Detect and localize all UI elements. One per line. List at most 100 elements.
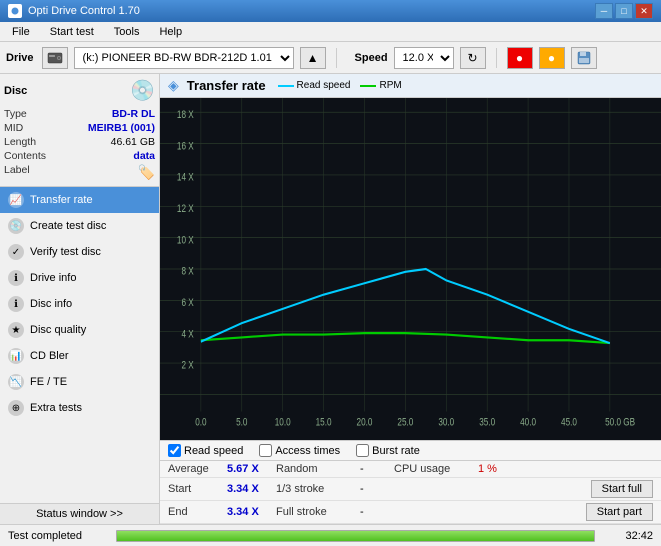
- close-button[interactable]: ✕: [635, 3, 653, 19]
- svg-text:50.0 GB: 50.0 GB: [605, 417, 635, 430]
- stat-1-3-stroke-label: 1/3 stroke: [276, 483, 356, 495]
- disc-title: Disc: [4, 85, 27, 97]
- nav-transfer-rate[interactable]: 📈 Transfer rate: [0, 187, 159, 213]
- nav-cd-bler-label: CD Bler: [30, 350, 69, 362]
- svg-text:15.0: 15.0: [316, 417, 332, 430]
- stats-area: Average 5.67 X Random - CPU usage 1 % St…: [160, 460, 661, 524]
- save-button[interactable]: [571, 47, 597, 69]
- svg-text:35.0: 35.0: [479, 417, 495, 430]
- status-bar: Test completed 32:42: [0, 524, 661, 546]
- svg-text:18 X: 18 X: [177, 109, 194, 122]
- status-time: 32:42: [603, 530, 653, 542]
- disc-type-row: Type BD-R DL: [4, 107, 155, 121]
- access-times-checkbox[interactable]: [259, 444, 272, 457]
- svg-text:30.0: 30.0: [438, 417, 454, 430]
- stats-row-end: End 3.34 X Full stroke - Start part: [160, 501, 661, 524]
- disc-type-label: Type: [4, 108, 27, 120]
- status-window-button[interactable]: Status window >>: [0, 503, 159, 524]
- refresh-button[interactable]: ↻: [460, 47, 486, 69]
- svg-text:20.0: 20.0: [357, 417, 373, 430]
- start-full-button[interactable]: Start full: [591, 480, 653, 498]
- nav-extra-tests[interactable]: ⊕ Extra tests: [0, 395, 159, 421]
- drive-select[interactable]: (k:) PIONEER BD-RW BDR-212D 1.01: [74, 47, 294, 69]
- menu-help[interactable]: Help: [151, 24, 190, 40]
- toolbar-sep2: [496, 48, 497, 68]
- nav-items: 📈 Transfer rate 💿 Create test disc ✓ Ver…: [0, 187, 159, 503]
- cd-bler-icon: 📊: [8, 348, 24, 364]
- stats-row-start: Start 3.34 X 1/3 stroke - Start full: [160, 478, 661, 501]
- svg-text:8 X: 8 X: [181, 266, 194, 279]
- svg-text:45.0: 45.0: [561, 417, 577, 430]
- stat-random-label: Random: [276, 463, 356, 475]
- disc-label-icon: 🏷️: [138, 164, 155, 181]
- chart-area: 18 X 16 X 14 X 12 X 10 X 8 X 6 X 4 X 2 X…: [160, 98, 661, 440]
- nav-verify-test-disc-label: Verify test disc: [30, 246, 101, 258]
- disc-contents-val: data: [133, 150, 155, 162]
- menu-start-test[interactable]: Start test: [42, 24, 102, 40]
- stat-end-label: End: [168, 506, 223, 518]
- stat-start-label: Start: [168, 483, 223, 495]
- app-title: Opti Drive Control 1.70: [28, 5, 140, 17]
- nav-disc-info[interactable]: ℹ Disc info: [0, 291, 159, 317]
- extra-tests-icon: ⊕: [8, 400, 24, 416]
- stat-cpu-val: 1 %: [478, 463, 508, 475]
- access-times-checkbox-item: Access times: [259, 444, 340, 457]
- menu-tools[interactable]: Tools: [106, 24, 148, 40]
- burst-rate-checkbox[interactable]: [356, 444, 369, 457]
- stat-full-stroke-val: -: [360, 506, 390, 518]
- legend-read-speed: Read speed: [278, 80, 351, 91]
- nav-drive-info[interactable]: ℹ Drive info: [0, 265, 159, 291]
- disc-icon: 💿: [130, 78, 155, 103]
- drive-label: Drive: [6, 52, 34, 64]
- disc-contents-row: Contents data: [4, 149, 155, 163]
- svg-text:14 X: 14 X: [177, 171, 194, 184]
- speed-select[interactable]: 12.0 X: [394, 47, 454, 69]
- disc-header: Disc 💿: [4, 78, 155, 103]
- nav-transfer-rate-label: Transfer rate: [30, 194, 93, 206]
- stat-1-3-stroke-val: -: [360, 483, 390, 495]
- disc-mid-val: MEIRB1 (001): [88, 122, 155, 134]
- legend-rpm: RPM: [360, 80, 401, 91]
- menu-file[interactable]: File: [4, 24, 38, 40]
- svg-text:4 X: 4 X: [181, 328, 194, 341]
- chart-header: ◈ Transfer rate Read speed RPM: [160, 74, 661, 98]
- drive-icon-button[interactable]: [42, 47, 68, 69]
- eject-button[interactable]: ▲: [300, 47, 326, 69]
- create-test-disc-icon: 💿: [8, 218, 24, 234]
- stat-start-val: 3.34 X: [227, 483, 272, 495]
- nav-fe-te[interactable]: 📉 FE / TE: [0, 369, 159, 395]
- disc-mid-row: MID MEIRB1 (001): [4, 121, 155, 135]
- fe-te-icon: 📉: [8, 374, 24, 390]
- chart-svg: 18 X 16 X 14 X 12 X 10 X 8 X 6 X 4 X 2 X…: [160, 98, 661, 440]
- maximize-button[interactable]: □: [615, 3, 633, 19]
- disc-quality-icon: ★: [8, 322, 24, 338]
- read-speed-checkbox-item: Read speed: [168, 444, 243, 457]
- nav-fe-te-label: FE / TE: [30, 376, 67, 388]
- stats-row-average: Average 5.67 X Random - CPU usage 1 %: [160, 461, 661, 478]
- stat-full-stroke-label: Full stroke: [276, 506, 356, 518]
- start-part-button[interactable]: Start part: [586, 503, 653, 521]
- transfer-rate-icon: 📈: [8, 192, 24, 208]
- window-controls: ─ □ ✕: [595, 3, 653, 19]
- toolbar-separator: [336, 48, 337, 68]
- disc-length-val: 46.61 GB: [111, 136, 155, 148]
- stat-cpu-label: CPU usage: [394, 463, 474, 475]
- disc-section: Disc 💿 Type BD-R DL MID MEIRB1 (001) Len…: [0, 74, 159, 187]
- disc-length-label: Length: [4, 136, 36, 148]
- nav-verify-test-disc[interactable]: ✓ Verify test disc: [0, 239, 159, 265]
- nav-cd-bler[interactable]: 📊 CD Bler: [0, 343, 159, 369]
- read-speed-checkbox[interactable]: [168, 444, 181, 457]
- disc-mid-label: MID: [4, 122, 23, 134]
- nav-disc-quality[interactable]: ★ Disc quality: [0, 317, 159, 343]
- disc-label-row: Label 🏷️: [4, 163, 155, 182]
- chart-title: Transfer rate: [187, 78, 266, 93]
- legend-read-color: [278, 85, 294, 87]
- svg-text:25.0: 25.0: [397, 417, 413, 430]
- minimize-button[interactable]: ─: [595, 3, 613, 19]
- color-button1[interactable]: ●: [507, 47, 533, 69]
- nav-disc-info-label: Disc info: [30, 298, 72, 310]
- color-button2[interactable]: ●: [539, 47, 565, 69]
- disc-label-label: Label: [4, 164, 30, 181]
- nav-create-test-disc[interactable]: 💿 Create test disc: [0, 213, 159, 239]
- svg-text:5.0: 5.0: [236, 417, 248, 430]
